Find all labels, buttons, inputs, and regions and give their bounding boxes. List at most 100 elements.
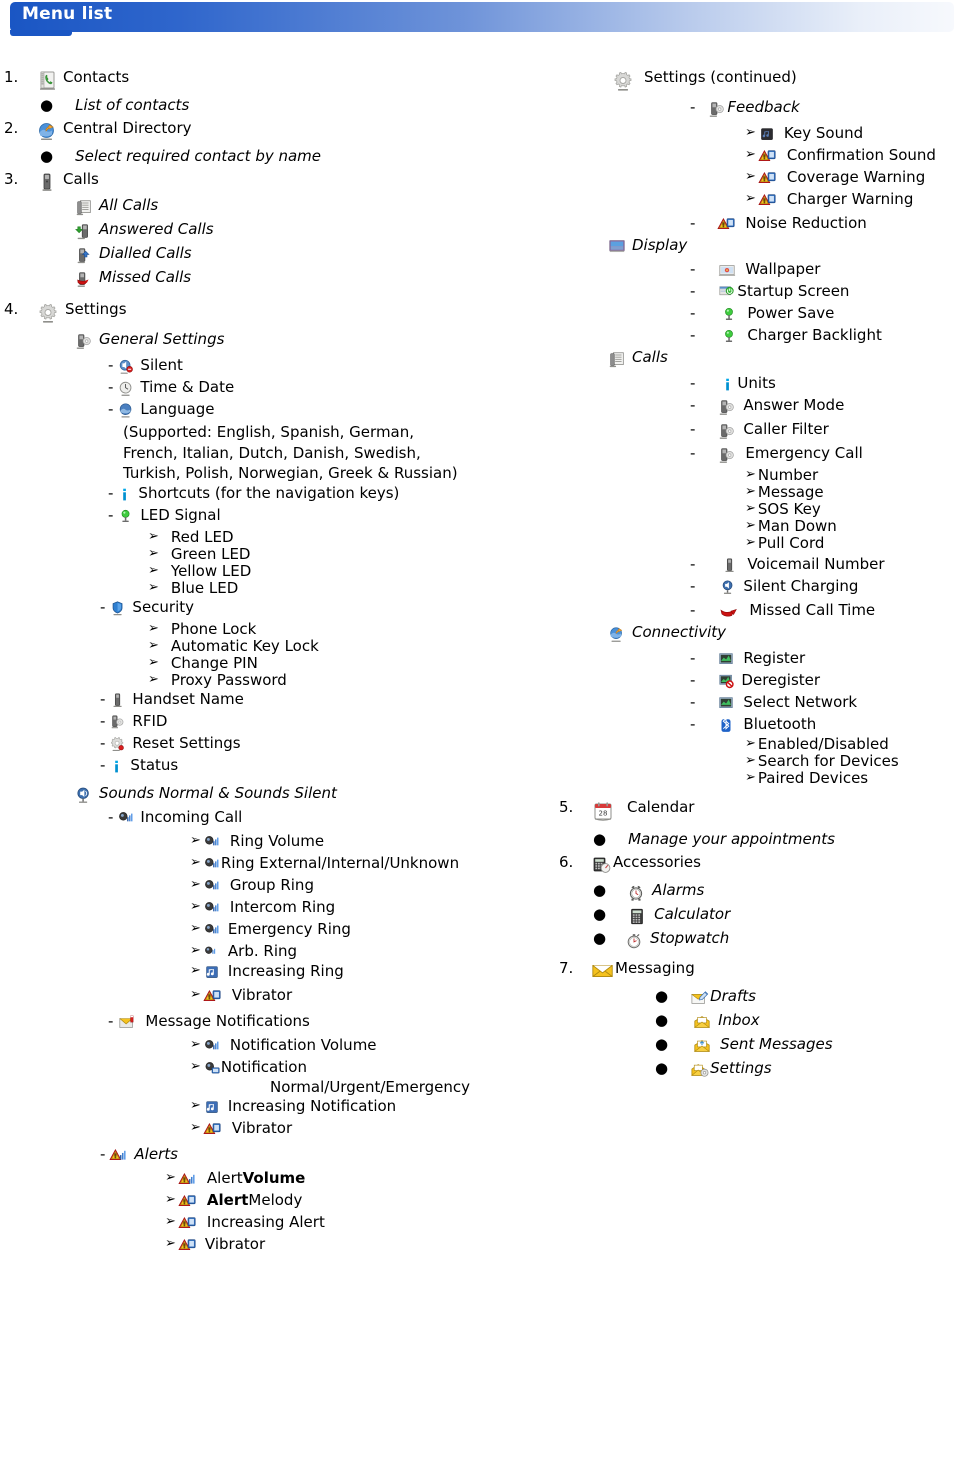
list-item-sos-key[interactable]: ➢ SOS Key: [545, 502, 960, 517]
list-item-silent-charging[interactable]: - Silent Charging: [545, 579, 960, 597]
list-item-voicemail-number[interactable]: - Voicemail Number: [545, 557, 960, 575]
list-item-proxy-password[interactable]: ➢ Proxy Password: [0, 673, 560, 688]
list-item-man-down[interactable]: ➢ Man Down: [545, 519, 960, 534]
list-item-blue-led[interactable]: ➢ Blue LED: [0, 581, 560, 596]
list-item-noise-reduction[interactable]: - Noise Reduction: [545, 216, 960, 234]
item-label: Bluetooth: [743, 715, 817, 733]
list-item-caller-filter[interactable]: - Caller Filter: [545, 422, 960, 442]
list-item-silent[interactable]: - Silent: [0, 358, 560, 376]
item-label: Calculator: [654, 905, 731, 923]
list-item-register[interactable]: - Register: [545, 651, 960, 669]
list-item-ring-volume[interactable]: ➢ Ring Volume: [0, 834, 560, 852]
list-item-arb-ring[interactable]: ➢ Arb. Ring: [0, 944, 560, 960]
item-label: Security: [132, 598, 195, 617]
list-item-contacts[interactable]: 1. Contacts: [0, 70, 560, 92]
list-item-emergency-call[interactable]: - Emergency Call: [545, 446, 960, 466]
list-item-red-led[interactable]: ➢ Red LED: [0, 530, 560, 545]
list-item-intercom-ring[interactable]: ➢ Intercom Ring: [0, 900, 560, 918]
list-item-alert-volume[interactable]: ➢ Alert Volume: [0, 1171, 560, 1189]
list-item-display[interactable]: Display: [545, 238, 960, 256]
list-item-sent-messages[interactable]: ● Sent Messages: [545, 1037, 960, 1055]
list-item-sounds[interactable]: Sounds Normal & Sounds Silent: [0, 786, 560, 806]
list-item-vibrator-notification[interactable]: ➢ Vibrator: [0, 1121, 560, 1139]
list-item-ring-external[interactable]: ➢ Ring External/Internal/Unknown: [0, 856, 560, 874]
list-item-accessories[interactable]: 6. Accessories: [545, 855, 960, 877]
list-item-notification[interactable]: ➢ Notification: [0, 1060, 560, 1078]
list-item-charger-backlight[interactable]: - Charger Backlight: [545, 328, 960, 346]
list-item-increasing-ring[interactable]: ➢ Increasing Ring: [0, 964, 560, 982]
list-item-feedback[interactable]: - Feedback: [545, 100, 960, 120]
list-item-drafts[interactable]: ● Drafts: [545, 989, 960, 1007]
list-item-dialled-calls[interactable]: Dialled Calls: [0, 246, 560, 266]
list-item-pull-cord[interactable]: ➢ Pull Cord: [545, 536, 960, 551]
list-item-paired-devices[interactable]: ➢ Paired Devices: [545, 771, 960, 786]
list-item-shortcuts[interactable]: - Shortcuts (for the navigation keys): [0, 486, 560, 504]
list-item-notification-volume[interactable]: ➢ Notification Volume: [0, 1038, 560, 1056]
list-item-increasing-notification[interactable]: ➢ Increasing Notification: [0, 1099, 560, 1117]
list-item-rfid[interactable]: - RFID: [0, 714, 560, 732]
list-item-yellow-led[interactable]: ➢ Yellow LED: [0, 564, 560, 579]
list-item-phone-lock[interactable]: ➢ Phone Lock: [0, 622, 560, 637]
list-item-stopwatch[interactable]: ● Stopwatch: [545, 931, 960, 951]
list-item-connectivity[interactable]: Connectivity: [545, 625, 960, 645]
list-item-inbox[interactable]: ● Inbox: [545, 1013, 960, 1031]
list-item-answered-calls[interactable]: Answered Calls: [0, 222, 560, 242]
item-label: Inbox: [718, 1011, 760, 1029]
list-item-vibrator[interactable]: ➢ Vibrator: [0, 988, 560, 1006]
item-label: Accessories: [613, 853, 701, 871]
list-item-status[interactable]: - Status: [0, 758, 560, 776]
list-item-messaging-settings[interactable]: ● Settings: [545, 1061, 960, 1079]
list-item-central-directory[interactable]: 2. Central Directory: [0, 121, 560, 143]
list-item-language[interactable]: - Language: [0, 402, 560, 420]
list-item-alerts[interactable]: - Alerts: [0, 1147, 560, 1165]
dash-glyph: -: [690, 420, 696, 438]
list-item-alert-vibrator[interactable]: ➢ Vibrator: [0, 1237, 560, 1255]
list-item-calendar[interactable]: 5. 28 Calendar: [545, 800, 960, 824]
list-item-automatic-key-lock[interactable]: ➢ Automatic Key Lock: [0, 639, 560, 654]
list-item-key-sound[interactable]: ➢ Key Sound: [545, 126, 960, 144]
list-item-startup-screen[interactable]: - Startup Screen: [545, 284, 960, 302]
list-item-reset-settings[interactable]: - Reset Settings: [0, 736, 560, 754]
list-item-calculator[interactable]: ● Calculator: [545, 907, 960, 927]
list-item-group-ring[interactable]: ➢ Group Ring: [0, 878, 560, 896]
arrow-glyph: ➢: [745, 147, 756, 162]
list-item-settings[interactable]: 4. Settings: [0, 302, 560, 326]
list-item-led-signal[interactable]: - LED Signal: [0, 508, 560, 526]
list-item-message-notifications[interactable]: - Message Notifications: [0, 1014, 560, 1032]
list-item-green-led[interactable]: ➢ Green LED: [0, 547, 560, 562]
list-item-units[interactable]: - Units: [545, 376, 960, 394]
list-item-message[interactable]: ➢ Message: [545, 485, 960, 500]
list-item-answer-mode[interactable]: - Answer Mode: [545, 398, 960, 418]
item-label-bold: Volume: [242, 1169, 306, 1188]
list-item-change-pin[interactable]: ➢ Change PIN: [0, 656, 560, 671]
list-item-incoming-call[interactable]: - Incoming Call: [0, 810, 560, 828]
list-item-missed-call-time[interactable]: - Missed Call Time: [545, 603, 960, 621]
list-item-select-network[interactable]: - Select Network: [545, 695, 960, 713]
list-item-alert-melody[interactable]: ➢ Alert Melody: [0, 1193, 560, 1211]
list-item-bluetooth[interactable]: - Bluetooth: [545, 717, 960, 735]
list-item-enabled-disabled[interactable]: ➢ Enabled/Disabled: [545, 737, 960, 752]
list-item-search-for-devices[interactable]: ➢ Search for Devices: [545, 754, 960, 769]
list-item-confirmation-sound[interactable]: ➢ Confirmation Sound: [545, 148, 960, 166]
list-item-calls-settings[interactable]: Calls: [545, 350, 960, 370]
list-item-emergency-ring[interactable]: ➢ Emergency Ring: [0, 922, 560, 940]
list-item-deregister[interactable]: - Deregister: [545, 673, 960, 691]
list-item-power-save[interactable]: - Power Save: [545, 306, 960, 324]
list-item-missed-calls[interactable]: Missed Calls: [0, 270, 560, 290]
list-item-charger-warning[interactable]: ➢ Charger Warning: [545, 192, 960, 210]
list-item-general-settings[interactable]: General Settings: [0, 332, 560, 352]
list-item-wallpaper[interactable]: - Wallpaper: [545, 262, 960, 280]
list-item-time-date[interactable]: - Time & Date: [0, 380, 560, 398]
list-item-messaging[interactable]: 7. Messaging: [545, 961, 960, 981]
list-item-increasing-alert[interactable]: ➢ Increasing Alert: [0, 1215, 560, 1233]
list-item-all-calls[interactable]: All Calls: [0, 198, 560, 218]
list-item-handset-name[interactable]: - Handset Name: [0, 692, 560, 710]
list-item-number[interactable]: ➢ Number: [545, 468, 960, 483]
arrow-glyph: ➢: [148, 546, 159, 562]
list-item-alarms[interactable]: ● Alarms: [545, 883, 960, 903]
list-item-list-of-contacts: ● List of contacts: [0, 98, 560, 113]
silent-charging-icon: [719, 579, 737, 597]
list-item-security[interactable]: - Security: [0, 600, 560, 618]
list-item-coverage-warning[interactable]: ➢ Coverage Warning: [545, 170, 960, 188]
list-item-calls[interactable]: 3. Calls: [0, 172, 560, 194]
